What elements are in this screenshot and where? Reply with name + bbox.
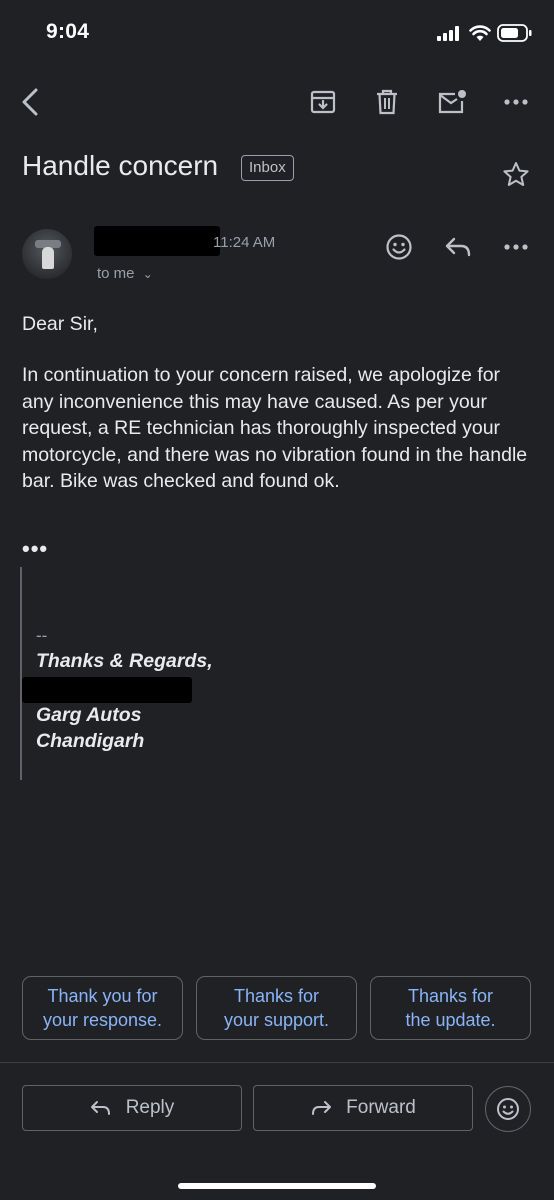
- cellular-signal-icon: [437, 26, 463, 41]
- email-subject: Handle concern: [22, 150, 219, 181]
- delete-icon[interactable]: [371, 86, 403, 118]
- redacted-sender-name: [94, 226, 220, 256]
- smart-reply-line: your response.: [42, 1010, 163, 1030]
- reply-icon[interactable]: [442, 231, 474, 263]
- star-icon[interactable]: [502, 161, 530, 188]
- smart-reply-line: the update.: [405, 1010, 496, 1030]
- smart-reply-line: your support.: [223, 1010, 330, 1030]
- reply-button[interactable]: Reply: [22, 1085, 242, 1131]
- home-indicator[interactable]: [178, 1183, 376, 1189]
- smart-reply-line: Thanks for: [233, 986, 320, 1006]
- forward-label: Forward: [346, 1097, 416, 1118]
- signature-city: Chandigarh: [36, 730, 145, 752]
- forward-arrow-icon: [310, 1100, 332, 1116]
- email-body: In continuation to your concern raised, …: [22, 364, 528, 492]
- smiley-icon: [496, 1097, 520, 1121]
- more-options-icon[interactable]: [500, 86, 532, 118]
- add-reaction-icon[interactable]: [383, 231, 415, 263]
- recipient-label: to me: [97, 265, 135, 282]
- status-time: 9:04: [46, 20, 90, 43]
- quote-bar: [20, 567, 22, 780]
- chevron-down-icon: ⌄: [142, 267, 153, 281]
- recipient-details-toggle[interactable]: to me ⌄: [97, 265, 153, 282]
- smart-reply-line: Thank you for: [47, 986, 158, 1006]
- inbox-label-chip[interactable]: Inbox: [241, 155, 294, 181]
- sender-time: 11:24 AM: [213, 234, 276, 251]
- signature-separator: --: [36, 626, 48, 645]
- emoji-reaction-button[interactable]: [485, 1086, 531, 1132]
- mark-unread-icon[interactable]: [436, 86, 468, 118]
- signature-company: Garg Autos: [36, 704, 142, 726]
- smart-reply-chip[interactable]: Thanks for the update.: [370, 976, 531, 1040]
- reply-arrow-icon: [90, 1100, 112, 1116]
- forward-button[interactable]: Forward: [253, 1085, 473, 1131]
- email-greeting: Dear Sir,: [22, 313, 98, 335]
- smart-reply-chip[interactable]: Thank you for your response.: [22, 976, 183, 1040]
- show-trimmed-content-button[interactable]: •••: [22, 536, 48, 562]
- wifi-icon: [469, 24, 491, 42]
- smart-reply-chip[interactable]: Thanks for your support.: [196, 976, 357, 1040]
- back-arrow-icon[interactable]: [14, 86, 46, 118]
- divider: [0, 1062, 554, 1063]
- battery-icon: [497, 24, 533, 42]
- reply-label: Reply: [125, 1097, 175, 1118]
- sender-avatar[interactable]: [22, 229, 72, 279]
- archive-icon[interactable]: [307, 86, 339, 118]
- smart-reply-line: Thanks for: [407, 986, 494, 1006]
- message-more-icon[interactable]: [500, 231, 532, 263]
- redacted-signature-name: [22, 677, 192, 703]
- signature-closing: Thanks & Regards,: [36, 650, 213, 672]
